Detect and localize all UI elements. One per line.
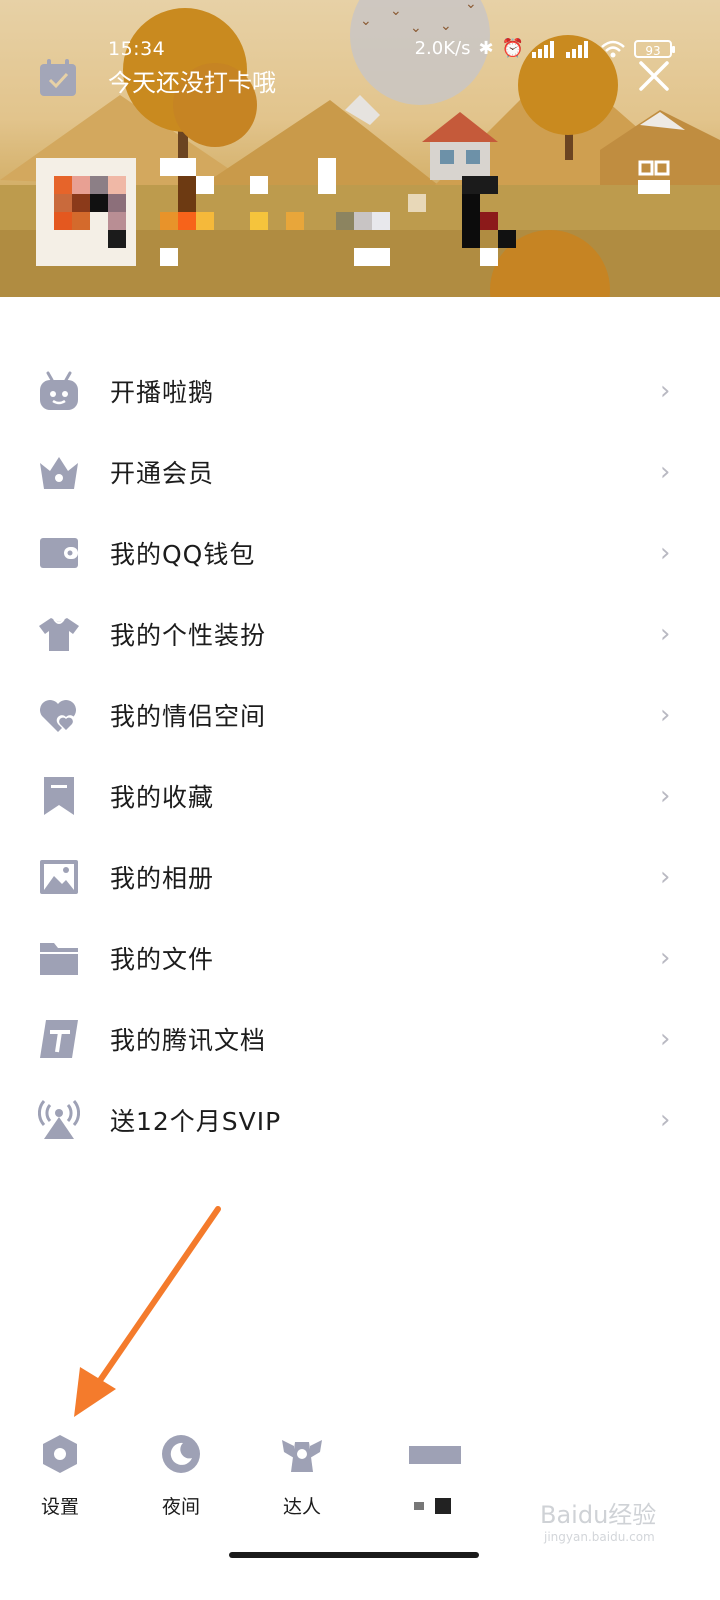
menu-item-svip-gift[interactable]: 送12个月SVIP › [0,1079,720,1160]
checkin-prompt[interactable]: 今天还没打卡哦 [108,63,276,98]
winged-badge-icon [282,1440,322,1472]
weather-placeholder-icon [409,1446,461,1514]
chevron-right-icon: › [660,1104,671,1135]
menu-item-files[interactable]: 我的文件 › [0,917,720,998]
night-mode-button[interactable]: 夜间 [141,1410,221,1519]
chevron-right-icon: › [660,618,671,649]
talent-label: 达人 [282,1496,321,1518]
menu-item-label: 我的QQ钱包 [110,539,256,569]
wifi-icon [601,40,625,57]
menu-item-live[interactable]: 开播啦鹅 › [0,350,720,431]
chevron-right-icon: › [660,780,671,811]
folder-icon [38,937,80,979]
weather-widget[interactable] [392,1410,472,1528]
profile-header: ⌄ ⌄ ⌄ ⌄ ⌄ 15:34 2.0K/s ✱ ⏰ 93 今天还没打卡哦 [0,0,720,297]
drawer-menu: 开播啦鹅 › 开通会员 › 我的QQ钱包 › 我的个性装扮 › 我的情侣空间 ›… [0,350,720,1160]
nickname [160,158,516,266]
menu-item-label: 我的收藏 [110,782,215,812]
menu-item-label: 我的个性装扮 [110,620,267,650]
menu-item-label: 我的相册 [110,863,215,893]
chevron-right-icon: › [660,456,671,487]
calendar-check-icon[interactable] [38,58,78,98]
chevron-right-icon: › [660,1023,671,1054]
menu-item-label: 送12个月SVIP [110,1106,282,1136]
tv-robot-icon [38,370,80,412]
broadcast-icon [38,1099,80,1141]
menu-item-personalize[interactable]: 我的个性装扮 › [0,593,720,674]
bookmark-icon [38,775,80,817]
baidu-watermark: Baidu经验 jingyan.baidu.com [540,1495,656,1544]
svg-text:⌄: ⌄ [390,3,402,19]
chevron-right-icon: › [660,699,671,730]
status-icons: 2.0K/s ✱ ⏰ 93 [414,38,675,59]
qr-code-icon[interactable] [638,160,670,196]
chevron-right-icon: › [660,942,671,973]
alarm-icon: ⏰ [501,38,524,59]
hearts-icon [38,694,80,736]
menu-item-label: 我的情侣空间 [110,701,267,731]
doc-icon [38,1018,80,1060]
settings-label: 设置 [40,1496,79,1518]
avatar[interactable] [36,158,136,266]
home-indicator[interactable] [229,1552,479,1558]
svg-text:⌄: ⌄ [465,0,477,12]
annotation-arrow [74,1206,221,1417]
signal-hd-icon [566,40,588,58]
wallet-icon [38,532,80,574]
menu-item-label: 开通会员 [110,458,215,488]
night-label: 夜间 [161,1496,200,1518]
watermark-brand: Baidu经验 [540,1501,657,1529]
chevron-right-icon: › [660,861,671,892]
settings-button[interactable]: 设置 [20,1410,100,1519]
signal-icon [532,40,554,58]
menu-item-label: 开播啦鹅 [110,377,215,407]
menu-item-wallet[interactable]: 我的QQ钱包 › [0,512,720,593]
menu-item-membership[interactable]: 开通会员 › [0,431,720,512]
chevron-right-icon: › [660,537,671,568]
menu-item-tencent-docs[interactable]: 我的腾讯文档 › [0,998,720,1079]
menu-item-label: 我的文件 [110,944,215,974]
watermark-url: jingyan.baidu.com [544,1530,655,1544]
battery-icon: 93 [634,39,675,58]
menu-item-label: 我的腾讯文档 [110,1025,267,1055]
status-time: 15:34 [108,38,166,60]
svg-text:⌄: ⌄ [440,18,452,34]
moon-icon [162,1435,200,1473]
menu-item-favorites[interactable]: 我的收藏 › [0,755,720,836]
crown-icon [38,451,80,493]
close-icon[interactable] [638,60,670,92]
shirt-icon [38,613,80,655]
menu-item-album[interactable]: 我的相册 › [0,836,720,917]
talent-button[interactable]: 达人 [262,1410,342,1519]
chevron-right-icon: › [660,375,671,406]
photo-icon [38,856,80,898]
net-speed: 2.0K/s [414,38,471,59]
menu-item-couple-space[interactable]: 我的情侣空间 › [0,674,720,755]
svg-text:⌄: ⌄ [360,13,372,29]
svg-text:⌄: ⌄ [410,20,422,36]
settings-hexagon-icon [43,1435,77,1473]
bluetooth-icon: ✱ [478,38,494,59]
